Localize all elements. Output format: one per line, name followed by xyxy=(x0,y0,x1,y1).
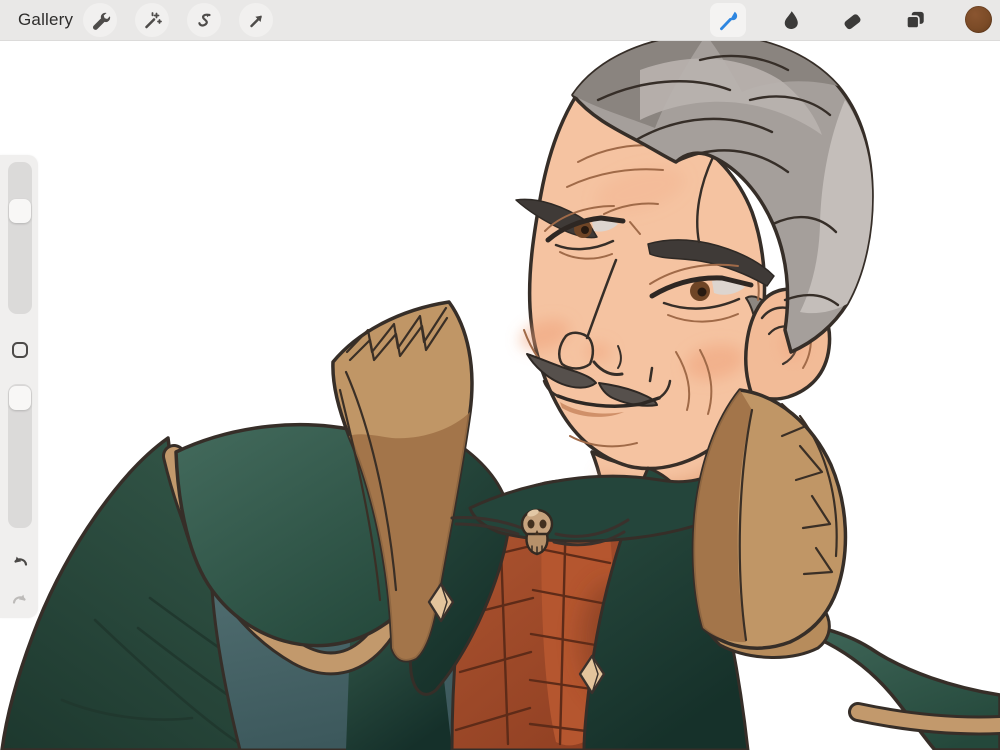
eraser-icon xyxy=(844,14,861,30)
artwork-canvas[interactable] xyxy=(0,0,1000,750)
top-toolbar: Gallery xyxy=(0,0,1000,41)
transform-arrow-icon xyxy=(249,15,262,27)
actions-button[interactable] xyxy=(83,3,117,37)
brush-sidebar xyxy=(0,155,38,618)
square-outline-icon xyxy=(12,342,28,358)
selection-s-icon xyxy=(197,13,211,27)
layers-button[interactable] xyxy=(897,3,933,37)
transform-button[interactable] xyxy=(239,3,273,37)
modify-button[interactable] xyxy=(9,339,31,361)
selection-button[interactable] xyxy=(187,3,221,37)
eraser-button[interactable] xyxy=(834,3,870,37)
undo-button[interactable] xyxy=(9,551,31,573)
redo-button[interactable] xyxy=(9,589,31,611)
magic-wand-icon xyxy=(144,11,162,28)
brush-size-slider[interactable] xyxy=(8,162,32,314)
adjustments-button[interactable] xyxy=(135,3,169,37)
procreate-app: { "top_bar": { "gallery_label": "Gallery… xyxy=(0,0,1000,750)
brush-size-handle[interactable] xyxy=(9,199,31,223)
undo-arrow-icon xyxy=(14,556,28,566)
opacity-slider[interactable] xyxy=(8,384,32,528)
paint-brush-button[interactable] xyxy=(710,3,746,37)
wrench-icon xyxy=(92,12,110,30)
opacity-handle[interactable] xyxy=(9,386,31,410)
gallery-button[interactable]: Gallery xyxy=(18,10,73,30)
smudge-button[interactable] xyxy=(772,3,808,37)
paintbrush-icon xyxy=(720,11,738,31)
color-swatch-button[interactable] xyxy=(965,6,992,33)
layers-icon xyxy=(905,11,924,30)
redo-arrow-icon xyxy=(12,594,26,604)
smudge-icon xyxy=(784,11,798,29)
